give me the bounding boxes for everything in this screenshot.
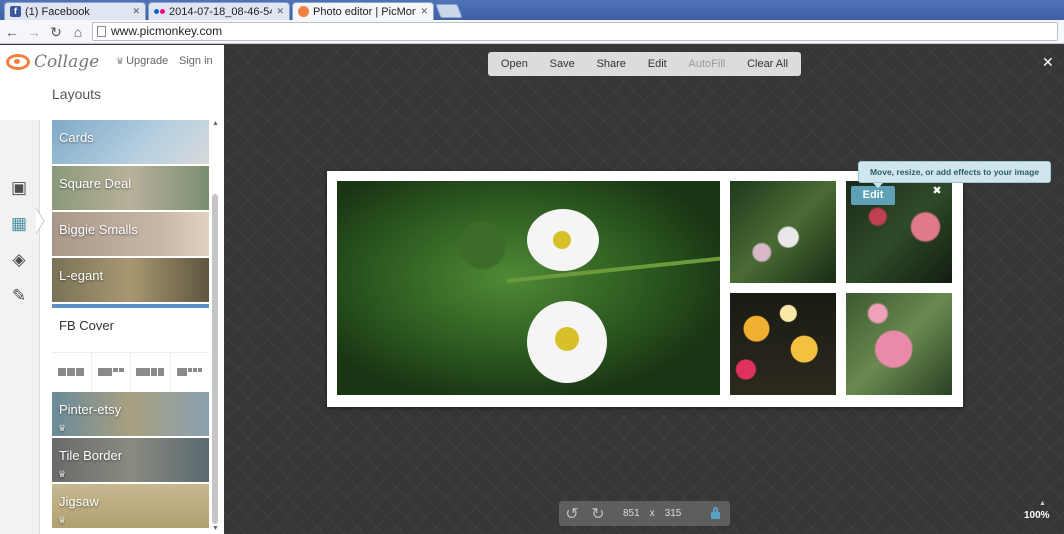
tool-rail: ▣ ▦ ◈ ✎ <box>0 120 40 534</box>
premium-crown-icon: ♛ <box>58 423 67 433</box>
fb-variant-2[interactable] <box>92 353 131 390</box>
save-button[interactable]: Save <box>550 58 575 70</box>
tab-flickr[interactable]: 2014-07-18_08-46-54 | Flic ✕ <box>148 2 290 20</box>
zoom-level[interactable]: 100% <box>1024 510 1050 521</box>
photo-cell-bottom-right[interactable] <box>846 293 952 395</box>
collage-canvas: Edit ✖ <box>327 171 963 407</box>
share-button[interactable]: Share <box>597 58 626 70</box>
close-icon[interactable]: ✕ <box>1042 54 1054 71</box>
layout-scrollbar[interactable]: ▲ ▼ <box>211 120 220 534</box>
layout-label: Biggie Smalls <box>59 222 138 237</box>
back-arrow-icon[interactable]: ← <box>3 23 21 41</box>
tab-title: (1) Facebook <box>25 5 90 18</box>
layout-label: Square Deal <box>59 176 132 191</box>
sidebar: Collage ♛ Upgrade Sign in Layouts ▣ ▦ ◈ ✎… <box>0 45 224 534</box>
premium-crown-icon: ♛ <box>58 469 67 479</box>
canvas-width[interactable]: 851 <box>623 508 640 519</box>
fb-variant-1[interactable] <box>52 353 92 390</box>
layout-label: Pinter-etsy <box>59 402 122 417</box>
section-title: Layouts <box>52 86 102 102</box>
clear-all-button[interactable]: Clear All <box>747 58 788 70</box>
layout-l-egant[interactable]: L-egant <box>52 258 209 302</box>
rail-pointer <box>36 208 45 234</box>
layout-cards[interactable]: Cards <box>52 120 209 164</box>
home-icon[interactable]: ⌂ <box>69 23 87 41</box>
flower-center <box>555 327 579 351</box>
layout-biggie-smalls[interactable]: Biggie Smalls <box>52 212 209 256</box>
close-tab-icon[interactable]: ✕ <box>420 6 428 17</box>
image-icon[interactable]: ▣ <box>8 178 30 198</box>
photo-cell-top-middle[interactable] <box>730 181 836 283</box>
url-text: www.picmonkey.com <box>111 24 223 38</box>
url-field[interactable]: www.picmonkey.com <box>92 22 1058 41</box>
canvas-size-bar: ↺ ↻ 851 x 315 <box>559 501 730 526</box>
remove-photo-icon[interactable]: ✖ <box>931 185 943 197</box>
layout-label: FB Cover <box>59 318 114 333</box>
collage-toolbar: Open Save Share Edit AutoFill Clear All <box>488 52 801 76</box>
photo-cell-large[interactable] <box>337 181 720 395</box>
fb-variant-3[interactable] <box>131 353 171 390</box>
cell-edit-button[interactable]: Edit <box>851 186 895 205</box>
lock-icon[interactable] <box>711 507 720 519</box>
rotate-right-icon[interactable]: ↻ <box>585 504 611 524</box>
layout-jigsaw[interactable]: Jigsaw ♛ <box>52 484 209 528</box>
page-icon <box>97 26 106 37</box>
collage-logo[interactable]: Collage <box>6 51 99 73</box>
edit-button[interactable]: Edit <box>648 58 667 70</box>
tag-icon[interactable]: ◈ <box>8 250 30 270</box>
close-tab-icon[interactable]: ✕ <box>132 6 140 17</box>
dimension-separator: x <box>649 508 655 519</box>
layout-pinter-etsy[interactable]: Pinter-etsy ♛ <box>52 392 209 436</box>
layout-fb-cover[interactable]: FB Cover <box>52 304 209 390</box>
canvas-height[interactable]: 315 <box>665 508 682 519</box>
close-tab-icon[interactable]: ✕ <box>276 6 284 17</box>
premium-crown-icon: ♛ <box>58 515 67 525</box>
fb-variant-4[interactable] <box>171 353 210 390</box>
photo-cell-bottom-middle[interactable] <box>730 293 836 395</box>
fb-cover-variants <box>52 352 209 390</box>
open-button[interactable]: Open <box>501 58 528 70</box>
facebook-icon: f <box>10 6 21 17</box>
flower-center <box>553 231 571 249</box>
flickr-icon <box>154 6 165 17</box>
layout-label: L-egant <box>59 268 104 283</box>
layout-label: Jigsaw <box>59 494 99 509</box>
picmonkey-icon <box>298 6 309 17</box>
layout-icon[interactable]: ▦ <box>8 214 30 234</box>
picmonkey-logo-icon <box>6 54 30 70</box>
palette-icon[interactable]: ✎ <box>8 286 30 306</box>
autofill-button[interactable]: AutoFill <box>689 58 726 70</box>
layout-label: Tile Border <box>59 448 123 463</box>
scrollbar-thumb[interactable] <box>212 194 218 524</box>
brand-name: Collage <box>34 52 100 72</box>
upgrade-label: Upgrade <box>126 55 169 67</box>
scroll-up-arrow-icon[interactable]: ▲ <box>212 120 219 127</box>
tab-facebook[interactable]: f (1) Facebook ✕ <box>4 2 146 20</box>
layout-list: Cards Square Deal Biggie Smalls L-egant … <box>52 120 209 534</box>
edit-tooltip: Move, resize, or add effects to your ima… <box>858 161 1051 188</box>
editor-workspace: Open Save Share Edit AutoFill Clear All … <box>224 45 1064 534</box>
tab-title: Photo editor | PicMonkey <box>313 5 416 18</box>
layout-label: Cards <box>59 130 94 145</box>
forward-arrow-icon[interactable]: → <box>25 23 43 41</box>
upgrade-link[interactable]: ♛ Upgrade <box>116 55 168 67</box>
new-tab-button[interactable] <box>435 4 463 18</box>
rotate-left-icon[interactable]: ↺ <box>559 504 585 524</box>
address-bar: ← → ↻ ⌂ www.picmonkey.com <box>0 20 1064 44</box>
zoom-up-arrow-icon[interactable]: ▲ <box>1039 500 1046 507</box>
crown-icon: ♛ <box>116 56 125 66</box>
scroll-down-arrow-icon[interactable]: ▼ <box>212 525 219 532</box>
layout-tile-border[interactable]: Tile Border ♛ <box>52 438 209 482</box>
tab-title: 2014-07-18_08-46-54 | Flic <box>169 5 273 18</box>
reload-icon[interactable]: ↻ <box>47 23 65 41</box>
signin-link[interactable]: Sign in <box>179 55 213 67</box>
layout-square-deal[interactable]: Square Deal <box>52 166 209 210</box>
tab-picmonkey[interactable]: Photo editor | PicMonkey ✕ <box>292 2 434 20</box>
browser-tab-bar: f (1) Facebook ✕ 2014-07-18_08-46-54 | F… <box>0 0 1064 20</box>
